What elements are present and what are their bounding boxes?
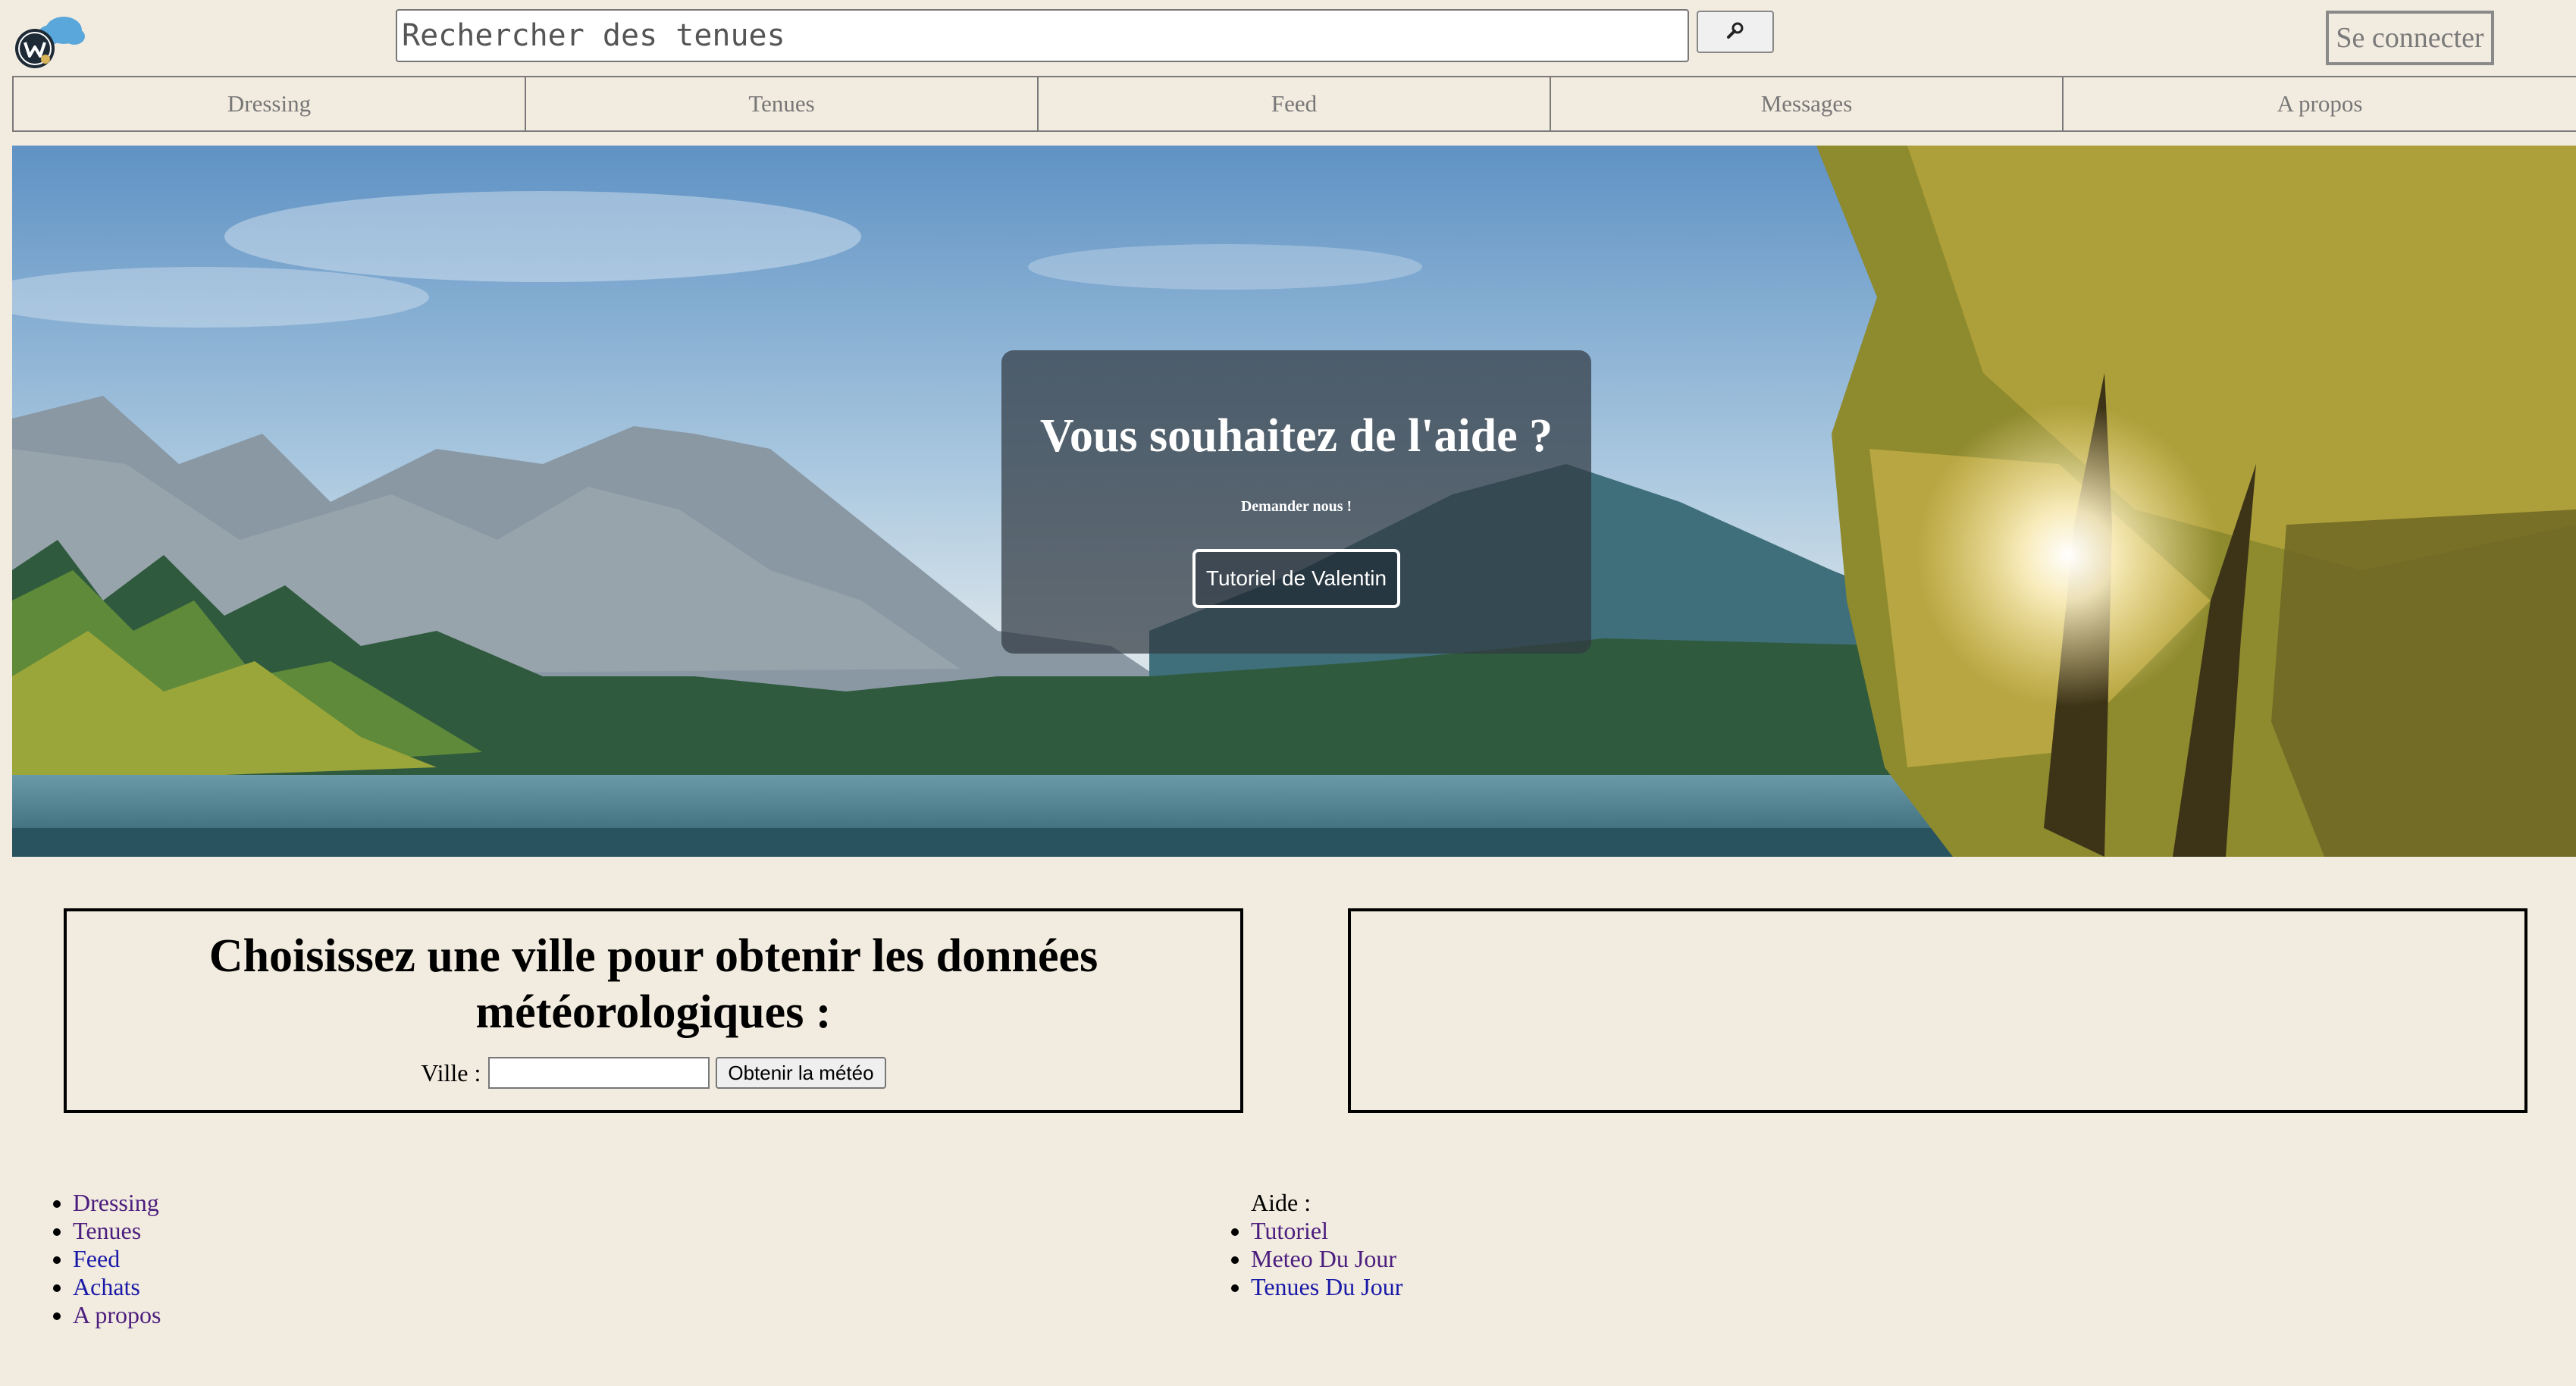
city-input[interactable]: [488, 1057, 710, 1089]
hero-banner: Vous souhaitez de l'aide ? Demander nous…: [12, 146, 2576, 857]
nav-item-tenues[interactable]: Tenues: [525, 76, 1039, 132]
magnifier-icon: [1725, 20, 1746, 44]
search-button[interactable]: [1697, 11, 1774, 53]
weather-title: Choisissez une ville pour obtenir les do…: [208, 930, 1098, 1038]
nav-item-dressing[interactable]: Dressing: [12, 76, 526, 132]
help-panel: Vous souhaitez de l'aide ? Demander nous…: [1001, 350, 1591, 654]
footer-link-tutoriel[interactable]: Tutoriel: [1251, 1217, 1328, 1244]
weather-form-panel: Choisissez une ville pour obtenir les do…: [64, 908, 1243, 1113]
nav-item-a-propos[interactable]: A propos: [2062, 76, 2576, 132]
app-logo[interactable]: [12, 8, 88, 70]
help-label: Aide :: [1251, 1189, 1312, 1216]
tutorial-button[interactable]: Tutoriel de Valentin: [1192, 549, 1400, 608]
footer-nav: Dressing Tenues Feed Achats A propos: [44, 1189, 161, 1329]
footer-link-tenues-du-jour[interactable]: Tenues Du Jour: [1251, 1273, 1402, 1300]
footer-help: Aide : Tutoriel Meteo Du Jour Tenues Du …: [1222, 1189, 1402, 1301]
help-title: Vous souhaitez de l'aide ?: [1039, 410, 1553, 462]
weather-result-panel: [1348, 908, 2527, 1113]
nav-item-messages[interactable]: Messages: [1550, 76, 2064, 132]
city-row: Ville : Obtenir la météo: [67, 1057, 1240, 1089]
footer-link-achats[interactable]: Achats: [73, 1273, 140, 1300]
nav-item-feed[interactable]: Feed: [1037, 76, 1551, 132]
help-subtitle: Demander nous !: [1240, 498, 1352, 515]
footer-link-meteo-du-jour[interactable]: Meteo Du Jour: [1251, 1245, 1396, 1272]
footer-link-dressing[interactable]: Dressing: [73, 1189, 159, 1216]
footer-link-feed[interactable]: Feed: [73, 1245, 120, 1272]
login-button[interactable]: Se connecter: [2326, 11, 2494, 65]
main-nav: Dressing Tenues Feed Messages A propos: [12, 76, 2576, 132]
city-label: Ville :: [421, 1058, 481, 1087]
footer-link-a-propos[interactable]: A propos: [73, 1301, 161, 1328]
search-input[interactable]: [396, 9, 1689, 62]
get-weather-button[interactable]: Obtenir la météo: [716, 1057, 886, 1089]
footer-link-tenues[interactable]: Tenues: [73, 1217, 141, 1244]
